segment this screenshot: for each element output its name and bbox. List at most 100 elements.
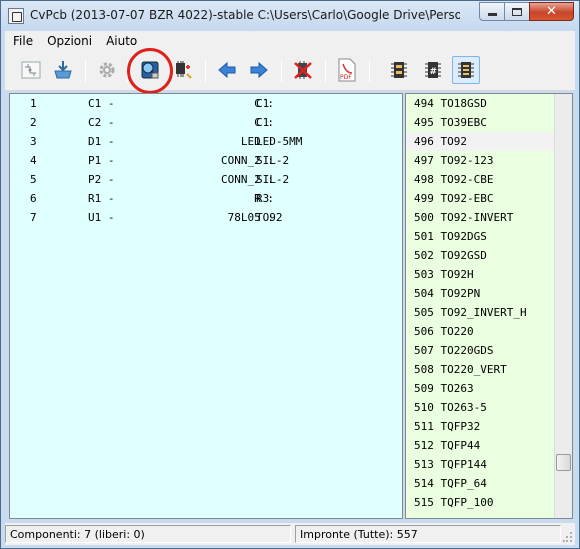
filter-by-library-icon[interactable] xyxy=(452,56,480,84)
next-icon[interactable] xyxy=(245,56,273,84)
delete-association-icon[interactable] xyxy=(289,56,317,84)
footprint-label: 502 TO92GSD xyxy=(414,249,487,262)
window-title: CvPcb (2013-07-07 BZR 4022)-stable C:\Us… xyxy=(30,8,460,22)
component-reference: R1 - xyxy=(88,192,115,205)
footprint-row[interactable]: 512 TQFP44 xyxy=(406,436,554,455)
footprint-row[interactable]: 495 TO39EBC xyxy=(406,113,554,132)
app-icon[interactable] xyxy=(8,8,24,24)
footprint-row[interactable]: 500 TO92-INVERT xyxy=(406,208,554,227)
component-footprint: SIL-2 xyxy=(256,154,290,167)
svg-text:PDF: PDF xyxy=(340,74,352,81)
component-row[interactable]: 4 P1 - CONN_2 : SIL-2 xyxy=(10,151,402,170)
maximize-button[interactable] xyxy=(504,2,530,21)
footprint-label: 507 TO220GDS xyxy=(414,344,494,357)
component-number: 7 xyxy=(30,211,37,224)
footprint-row[interactable]: 509 TO263 xyxy=(406,379,554,398)
resize-grip-icon[interactable] xyxy=(563,531,573,543)
status-components: Componenti: 7 (liberi: 0) xyxy=(5,525,291,543)
toolbar-separator xyxy=(205,60,206,82)
footprint-label: 501 TO92DGS xyxy=(414,230,487,243)
title-bar[interactable]: CvPcb (2013-07-07 BZR 4022)-stable C:\Us… xyxy=(1,1,579,31)
footprint-label: 497 TO92-123 xyxy=(414,154,494,167)
component-reference: U1 - xyxy=(88,211,115,224)
footprint-list[interactable]: 494 TO18GSD 495 TO39EBC 496 TO92 497 TO92-1… xyxy=(405,93,573,519)
component-row[interactable]: 6 R1 - R : R3 xyxy=(10,189,402,208)
menu-file[interactable]: File xyxy=(5,34,39,48)
footprint-label: 504 TO92PN xyxy=(414,287,481,300)
footprint-row[interactable]: 497 TO92-123 xyxy=(406,151,554,170)
footprint-row[interactable]: 505 TO92_INVERT_H xyxy=(406,303,554,322)
footprint-label: 515 TQFP_100 xyxy=(414,496,494,509)
filter-by-keyword-icon[interactable] xyxy=(385,56,413,84)
component-row[interactable]: 5 P2 - CONN_2 : SIL-2 xyxy=(10,170,402,189)
component-footprint: SIL-2 xyxy=(256,173,290,186)
settings-icon[interactable] xyxy=(93,56,121,84)
footprint-label: 514 TQFP_64 xyxy=(414,477,487,490)
component-number: 3 xyxy=(30,135,37,148)
component-number: 1 xyxy=(30,97,37,110)
component-list[interactable]: 1 C1 - C : C1 2 C2 - C : C1 3 D1 - LED :… xyxy=(9,93,403,519)
footprint-row[interactable]: 504 TO92PN xyxy=(406,284,554,303)
component-number: 4 xyxy=(30,154,37,167)
footprint-row[interactable]: 506 TO220 xyxy=(406,322,554,341)
footprint-row[interactable]: 515 TQFP_100 xyxy=(406,493,554,512)
schematic-icon[interactable] xyxy=(17,56,45,84)
component-number: 2 xyxy=(30,116,37,129)
maximize-icon xyxy=(512,7,522,16)
filter-by-pincount-icon[interactable]: # xyxy=(419,56,447,84)
component-number: 6 xyxy=(30,192,37,205)
footprint-label: 508 TO220_VERT xyxy=(414,363,507,376)
minimize-button[interactable] xyxy=(479,2,505,21)
toolbar-separator xyxy=(281,60,282,82)
footprint-label: 503 TO92H xyxy=(414,268,474,281)
close-icon: ✕ xyxy=(546,4,557,19)
component-number: 5 xyxy=(30,173,37,186)
footprint-row[interactable]: 503 TO92H xyxy=(406,265,554,284)
component-row[interactable]: 1 C1 - C : C1 xyxy=(10,94,402,113)
footprint-row[interactable]: 499 TO92-EBC xyxy=(406,189,554,208)
footprint-row[interactable]: 508 TO220_VERT xyxy=(406,360,554,379)
component-footprint: TO92 xyxy=(256,211,283,224)
footprint-row[interactable]: 507 TO220GDS xyxy=(406,341,554,360)
component-reference: C2 - xyxy=(88,116,115,129)
minimize-icon xyxy=(487,13,497,16)
previous-icon[interactable] xyxy=(213,56,241,84)
component-reference: C1 - xyxy=(88,97,115,110)
footprint-row[interactable]: 496 TO92 xyxy=(406,132,554,151)
footprint-label: 500 TO92-INVERT xyxy=(414,211,514,224)
status-footprints: Impronte (Tutte): 557 xyxy=(295,525,561,543)
save-icon[interactable] xyxy=(49,56,77,84)
scrollbar[interactable] xyxy=(554,94,572,518)
component-reference: D1 - xyxy=(88,135,115,148)
close-button[interactable]: ✕ xyxy=(529,2,574,21)
footprint-row[interactable]: 501 TO92DGS xyxy=(406,227,554,246)
footprint-label: 498 TO92-CBE xyxy=(414,173,494,186)
footprint-row[interactable]: 514 TQFP_64 xyxy=(406,474,554,493)
footprint-label: 512 TQFP44 xyxy=(414,439,481,452)
component-footprint: C1 xyxy=(256,97,270,110)
footprint-items: 494 TO18GSD 495 TO39EBC 496 TO92 497 TO92-1… xyxy=(406,94,554,518)
footprint-label: 495 TO39EBC xyxy=(414,116,487,129)
footprint-label: 513 TQFP144 xyxy=(414,458,487,471)
footprint-row[interactable]: 498 TO92-CBE xyxy=(406,170,554,189)
footprint-row[interactable]: 511 TQFP32 xyxy=(406,417,554,436)
component-row[interactable]: 7 U1 - 78L05 : TO92 xyxy=(10,208,402,227)
menu-opzioni[interactable]: Opzioni xyxy=(39,34,98,48)
footprint-label: 510 TO263-5 xyxy=(414,401,487,414)
auto-associate-icon[interactable] xyxy=(169,56,197,84)
scrollbar-thumb[interactable] xyxy=(556,454,571,471)
footprint-row[interactable]: 513 TQFP144 xyxy=(406,455,554,474)
menu-aiuto[interactable]: Aiuto xyxy=(98,34,143,48)
menu-bar: File Opzioni Aiuto xyxy=(5,31,575,51)
component-row[interactable]: 3 D1 - LED : LED-5MM xyxy=(10,132,402,151)
pdf-icon[interactable]: PDF xyxy=(333,56,361,84)
footprint-row[interactable]: 494 TO18GSD xyxy=(406,94,554,113)
component-row[interactable]: 2 C2 - C : C1 xyxy=(10,113,402,132)
toolbar-separator xyxy=(369,60,370,82)
component-footprint: LED-5MM xyxy=(256,135,303,148)
component-footprint: R3 xyxy=(256,192,270,205)
footprint-label: 496 TO92 xyxy=(414,135,467,148)
toolbar: PDF # xyxy=(5,51,575,91)
footprint-row[interactable]: 510 TO263-5 xyxy=(406,398,554,417)
footprint-row[interactable]: 502 TO92GSD xyxy=(406,246,554,265)
